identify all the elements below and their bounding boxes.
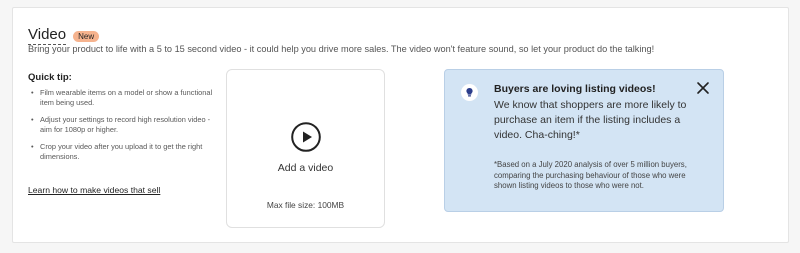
quick-tip-list: • Film wearable items on a model or show… xyxy=(28,88,213,169)
quick-tip-text: Adjust your settings to record high reso… xyxy=(40,115,211,134)
add-video-dropzone[interactable]: Add a video Max file size: 100MB xyxy=(226,69,385,228)
section-description: Bring your product to life with a 5 to 1… xyxy=(28,44,655,54)
quick-tip-item: • Crop your video after you upload it to… xyxy=(28,142,213,162)
lightbulb-icon xyxy=(461,84,478,101)
video-section-card: Video New Bring your product to life wit… xyxy=(12,7,789,243)
close-icon[interactable] xyxy=(696,81,710,95)
quick-tip-heading: Quick tip: xyxy=(28,72,72,83)
quick-tip-item: • Adjust your settings to record high re… xyxy=(28,115,213,135)
info-banner-heading: Buyers are loving listing videos! xyxy=(494,83,656,95)
bullet-icon: • xyxy=(31,115,34,124)
learn-videos-link[interactable]: Learn how to make videos that sell xyxy=(28,185,160,195)
info-banner-footnote: *Based on a July 2020 analysis of over 5… xyxy=(494,160,687,190)
quick-tip-item: • Film wearable items on a model or show… xyxy=(28,88,213,108)
new-badge: New xyxy=(73,30,100,42)
max-file-size-text: Max file size: 100MB xyxy=(266,200,345,210)
add-video-label: Add a video xyxy=(277,162,334,174)
info-banner-body: We know that shoppers are more likely to… xyxy=(494,99,687,141)
bullet-icon: • xyxy=(31,142,34,151)
section-header: Video New xyxy=(28,26,100,45)
listing-video-info-banner: Buyers are loving listing videos! We kno… xyxy=(444,69,724,212)
bullet-icon: • xyxy=(31,88,34,97)
section-title: Video xyxy=(28,26,67,45)
play-icon xyxy=(291,122,321,152)
quick-tip-text: Film wearable items on a model or show a… xyxy=(40,88,213,107)
quick-tip-text: Crop your video after you upload it to g… xyxy=(40,142,203,161)
